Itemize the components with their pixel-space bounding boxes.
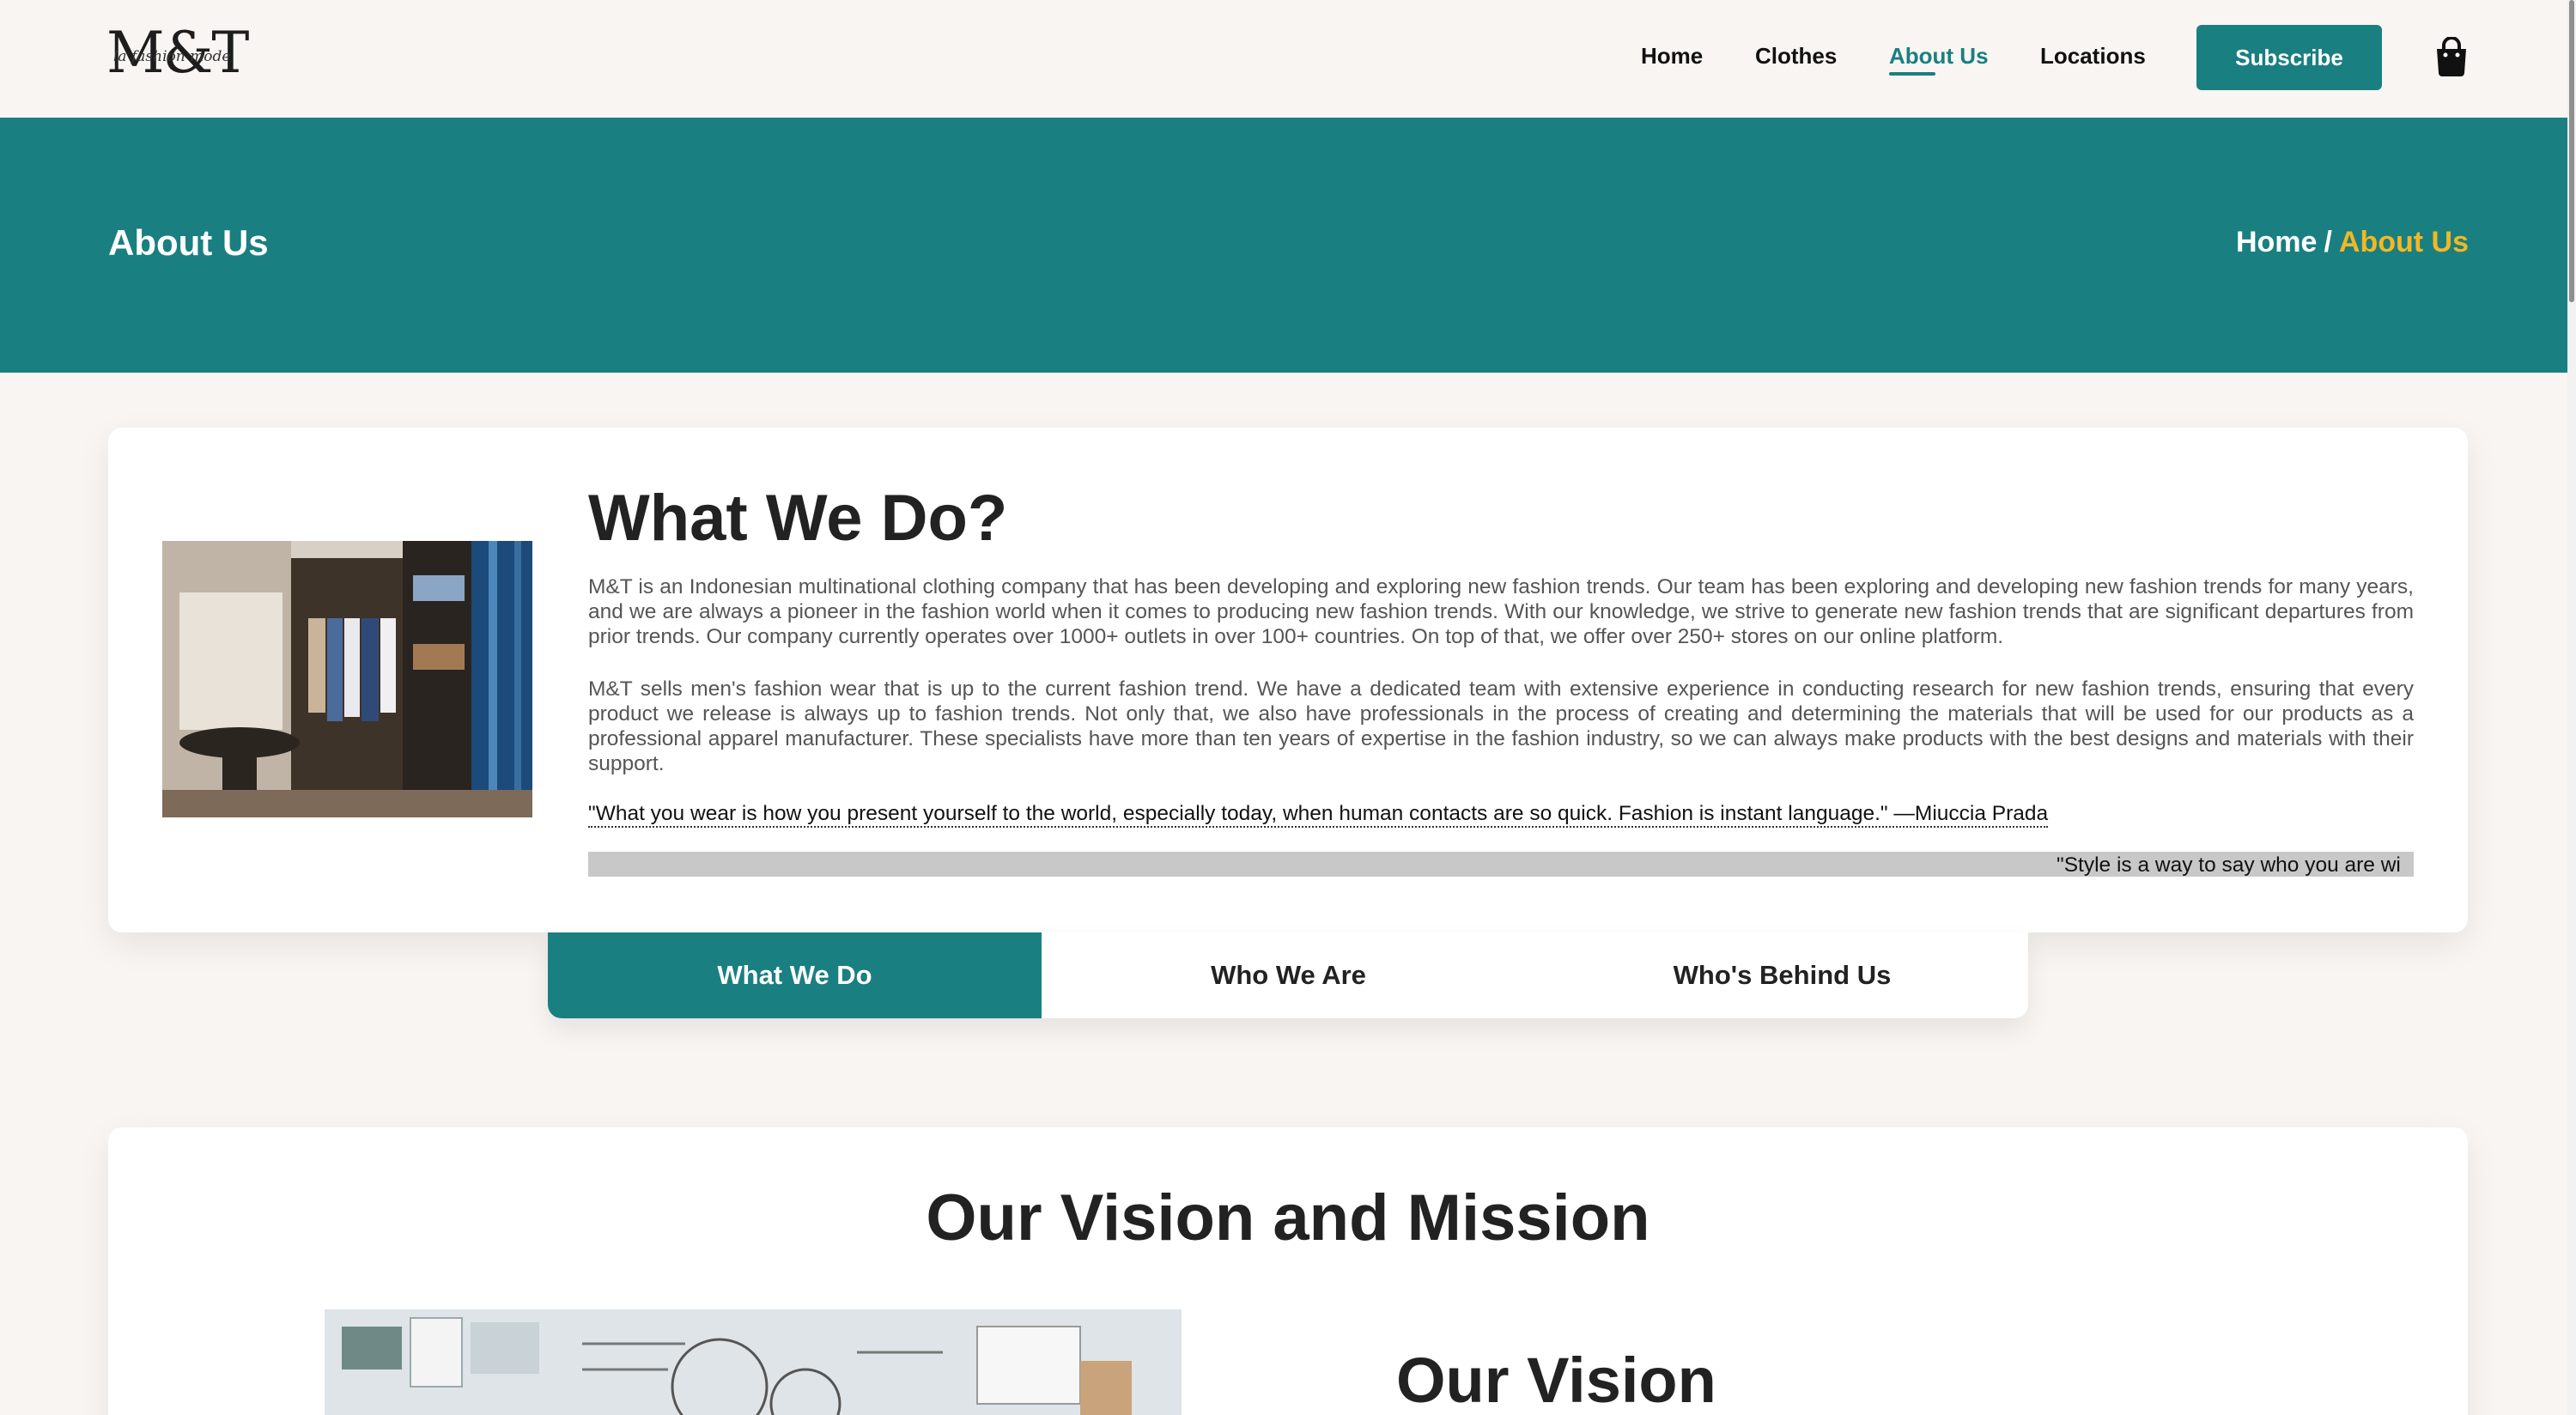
tab-who-we-are[interactable]: Who We Are (1042, 932, 1535, 1018)
our-vision-heading: Our Vision (1396, 1345, 1716, 1415)
nav-clothes[interactable]: Clothes (1755, 43, 1837, 70)
about-tabs: What We Do Who We Are Who's Behind Us (548, 932, 2028, 1018)
breadcrumb-separator: / (2324, 226, 2332, 258)
vision-mission-card: Our Vision and Mission Our Vision (108, 1127, 2468, 1415)
about-paragraph-2: M&T sells men's fashion wear that is up … (588, 677, 2414, 775)
top-navbar: M&T la fashion mode Home Clothes About U… (0, 0, 2576, 118)
quote-marquee: "Style is a way to say who you are wi (588, 852, 2414, 877)
page-scrollbar[interactable] (2567, 0, 2576, 1415)
nav-home[interactable]: Home (1641, 43, 1703, 70)
nav-locations[interactable]: Locations (2040, 43, 2146, 70)
section-heading: What We Do? (588, 482, 1008, 555)
nav-about-us[interactable]: About Us (1889, 43, 1989, 70)
subscribe-button[interactable]: Subscribe (2196, 25, 2382, 90)
page-hero-banner: About Us Home / About Us (0, 118, 2576, 373)
tab-what-we-do[interactable]: What We Do (548, 932, 1042, 1018)
breadcrumb-home-link[interactable]: Home (2236, 226, 2317, 258)
scrollbar-thumb[interactable] (2569, 0, 2574, 302)
vision-mission-heading: Our Vision and Mission (926, 1181, 1650, 1254)
brand-logo[interactable]: M&T la fashion mode (106, 25, 252, 82)
clothing-store-photo (162, 541, 532, 817)
breadcrumb: Home / About Us (2236, 226, 2469, 259)
tab-whos-behind-us[interactable]: Who's Behind Us (1535, 932, 2028, 1018)
moodboard-photo (325, 1309, 1182, 1415)
what-we-do-card: What We Do? M&T is an Indonesian multina… (108, 428, 2468, 932)
shopping-bag-icon[interactable] (2433, 37, 2470, 76)
fashion-quote: "What you wear is how you present yourse… (588, 802, 2049, 828)
breadcrumb-current: About Us (2338, 226, 2469, 258)
logo-tagline: la fashion mode (113, 48, 231, 65)
about-paragraph-1: M&T is an Indonesian multinational cloth… (588, 575, 2414, 648)
active-nav-indicator (1889, 72, 1935, 76)
marquee-text: "Style is a way to say who you are wi (2057, 853, 2401, 877)
page-title: About Us (108, 222, 269, 263)
